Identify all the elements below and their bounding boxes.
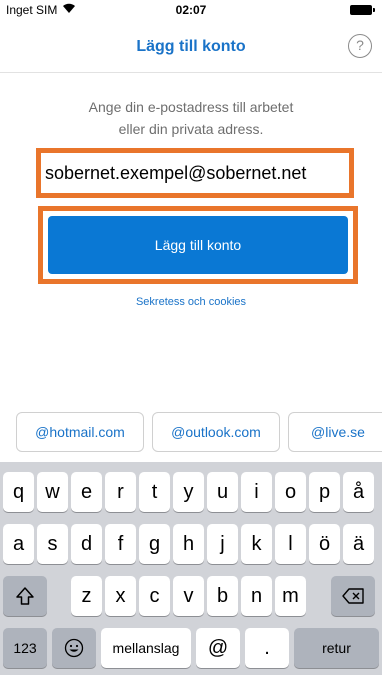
key-m[interactable]: m [275,576,306,616]
key-q[interactable]: q [3,472,34,512]
return-key[interactable]: retur [294,628,379,668]
email-field[interactable] [45,159,345,187]
key-a-umlaut[interactable]: ä [343,524,374,564]
key-x[interactable]: x [105,576,136,616]
nav-bar: Lägg till konto ? [0,22,382,73]
period-key[interactable]: . [245,628,289,668]
key-e[interactable]: e [71,472,102,512]
key-n[interactable]: n [241,576,272,616]
key-f[interactable]: f [105,524,136,564]
backspace-key[interactable] [331,576,375,616]
numbers-key[interactable]: 123 [3,628,47,668]
key-g[interactable]: g [139,524,170,564]
key-t[interactable]: t [139,472,170,512]
key-j[interactable]: j [207,524,238,564]
clock: 02:07 [175,3,207,17]
key-o-umlaut[interactable]: ö [309,524,340,564]
add-account-button[interactable]: Lägg till konto [48,216,348,274]
shift-icon [16,587,34,605]
suggestion-live[interactable]: @live.se [288,412,382,452]
key-p[interactable]: p [309,472,340,512]
key-w[interactable]: w [37,472,68,512]
key-y[interactable]: y [173,472,204,512]
at-key[interactable]: @ [196,628,240,668]
key-c[interactable]: c [139,576,170,616]
shift-key[interactable] [3,576,47,616]
key-aring[interactable]: å [343,472,374,512]
email-field-highlight [36,148,354,198]
instructions-text: Ange din e-postadress till arbetet eller… [0,96,382,140]
page-title: Lägg till konto [136,38,246,55]
key-k[interactable]: k [241,524,272,564]
key-o[interactable]: o [275,472,306,512]
key-b[interactable]: b [207,576,238,616]
privacy-link[interactable]: Sekretess och cookies [0,296,382,308]
key-v[interactable]: v [173,576,204,616]
help-icon[interactable]: ? [348,34,372,58]
suggestion-hotmail[interactable]: @hotmail.com [16,412,144,452]
key-h[interactable]: h [173,524,204,564]
key-a[interactable]: a [3,524,34,564]
instructions-line-1: Ange din e-postadress till arbetet [88,99,294,115]
backspace-icon [342,588,364,604]
key-u[interactable]: u [207,472,238,512]
space-key[interactable]: mellanslag [101,628,191,668]
keyboard: q w e r t y u i o p å a s d f g h j k l … [0,462,382,675]
key-d[interactable]: d [71,524,102,564]
emoji-key[interactable] [52,628,96,668]
emoji-icon [64,638,84,658]
instructions-line-2: eller din privata adress. [118,121,264,137]
suggestion-outlook[interactable]: @outlook.com [152,412,280,452]
key-z[interactable]: z [71,576,102,616]
status-bar: Inget SIM 02:07 [0,0,382,22]
key-r[interactable]: r [105,472,136,512]
battery-icon [350,5,375,15]
key-s[interactable]: s [37,524,68,564]
add-account-highlight: Lägg till konto [38,206,358,284]
key-i[interactable]: i [241,472,272,512]
key-l[interactable]: l [275,524,306,564]
